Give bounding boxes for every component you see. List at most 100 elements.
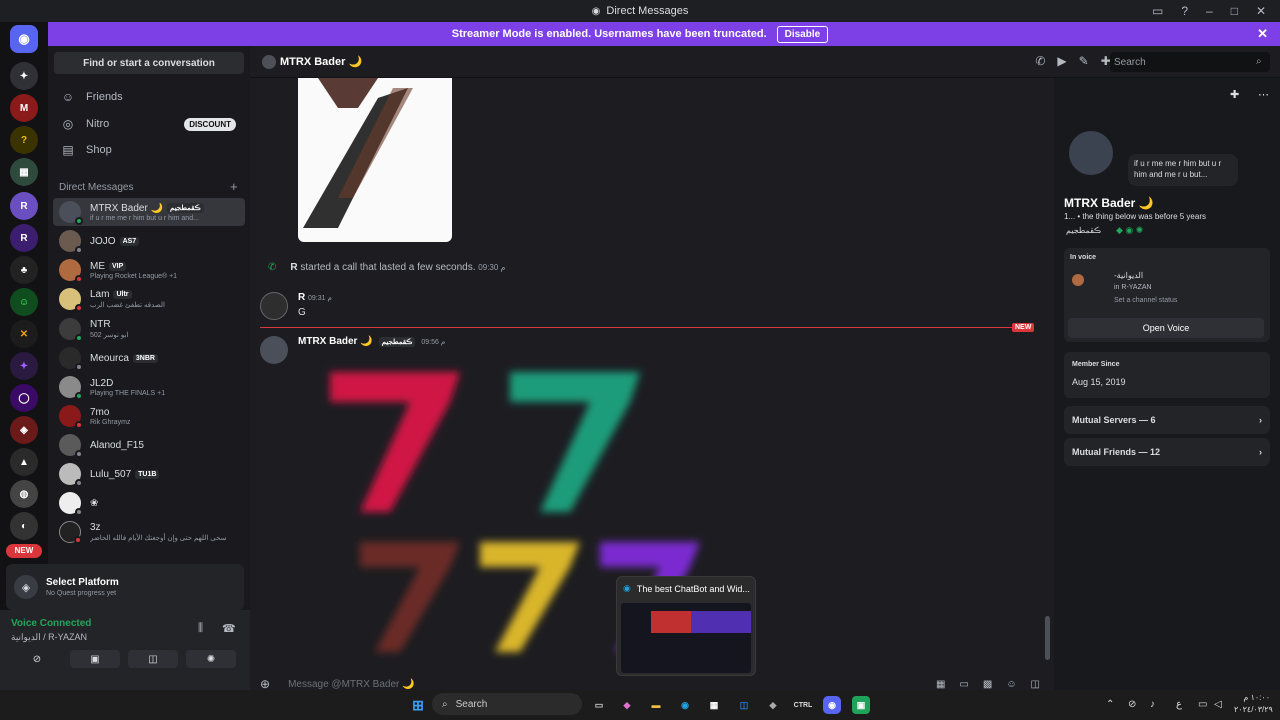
dm-item[interactable]: JOJO AS7 — [53, 227, 245, 255]
create-dm-icon[interactable]: + — [230, 179, 238, 194]
tray-icon[interactable]: ⊘ — [1128, 699, 1136, 710]
server-icon[interactable]: ✦ — [10, 352, 38, 380]
chevron-right-icon: › — [1259, 447, 1262, 457]
camera-off-button[interactable]: ⊘ — [12, 650, 62, 668]
dm-item[interactable]: 7mo Rik Ghraymz — [53, 402, 245, 430]
chat-header-name[interactable]: MTRX Bader 🌙 — [280, 55, 362, 68]
volume-icon[interactable]: ◁ — [1214, 699, 1222, 710]
windows-start-icon[interactable]: ⊞ — [409, 696, 427, 714]
inbox-icon[interactable]: ▭ — [1152, 4, 1163, 18]
dm-item[interactable]: 3z سحى اللهم حتى وإن أوجعتك الأيام فالله … — [53, 518, 245, 546]
pin-icon[interactable]: ✎ — [1079, 54, 1089, 68]
nav-nitro[interactable]: ◎ Nitro DISCOUNT — [56, 112, 244, 136]
quest-sub: No Quest progress yet — [46, 590, 117, 597]
dm-item[interactable]: MTRX Bader 🌙 ڪقمطجيم if u r me me r him bu… — [53, 198, 245, 226]
store-icon[interactable]: ▦ — [705, 696, 723, 714]
maximize-button[interactable]: □ — [1231, 4, 1238, 18]
disable-button[interactable]: Disable — [776, 25, 829, 43]
dm-item[interactable]: NTR ابو نوسر 502 — [53, 315, 245, 343]
gif-icon[interactable]: ▭ — [959, 679, 968, 690]
home-button[interactable]: ◉ — [10, 25, 38, 53]
server-icon[interactable]: R — [10, 192, 38, 220]
close-icon[interactable]: ✕ — [1257, 26, 1268, 42]
dm-item[interactable]: ME VIP Playing Rocket League® +1 — [53, 256, 245, 284]
server-icon[interactable]: ☺ — [10, 288, 38, 316]
screen-share-button[interactable]: ▣ — [70, 650, 120, 668]
app-icon[interactable]: CTRL — [794, 696, 813, 714]
tray-chevron-icon[interactable]: ⌃ — [1106, 699, 1114, 710]
network-icon[interactable]: ▭ — [1198, 699, 1207, 710]
minimize-button[interactable]: – — [1206, 4, 1213, 18]
add-friend-icon[interactable]: ✚ — [1230, 88, 1239, 101]
profile-bio: 1... • the thing below was before 5 year… — [1064, 212, 1206, 221]
attachment-image[interactable] — [298, 78, 452, 242]
avatar — [59, 434, 83, 458]
server-icon[interactable]: M — [10, 94, 38, 122]
video-call-icon[interactable]: ▶ — [1057, 54, 1066, 68]
dm-item[interactable]: Alanod_F15 — [53, 431, 245, 459]
file-explorer-icon[interactable]: ▬ — [647, 696, 665, 714]
mutual-servers-link[interactable]: Mutual Servers — 6 › — [1064, 406, 1270, 434]
thumbnail-title: The best ChatBot and Wid... — [636, 583, 750, 594]
more-icon[interactable]: ⋯ — [1258, 88, 1269, 101]
activities-button[interactable]: ◫ — [128, 650, 178, 668]
microphone-icon[interactable]: ♪ — [1150, 699, 1155, 710]
server-icon[interactable]: ◈ — [10, 416, 38, 444]
find-conversation-button[interactable]: Find or start a conversation — [54, 52, 244, 74]
open-voice-button[interactable]: Open Voice — [1068, 318, 1264, 338]
soundboard-button[interactable]: ✺ — [186, 650, 236, 668]
server-icon[interactable]: ◍ — [10, 480, 38, 508]
app-icon[interactable]: ◆ — [764, 696, 782, 714]
dm-name: NTR — [90, 319, 111, 330]
set-channel-status[interactable]: Set a channel status — [1114, 297, 1177, 304]
noise-suppression-icon[interactable]: ⫼ — [198, 622, 203, 635]
close-button[interactable]: ✕ — [1256, 4, 1266, 18]
server-icon[interactable]: R — [10, 224, 38, 252]
dm-tag: 3NBR — [132, 353, 158, 363]
taskbar-thumbnail[interactable]: ◉ The best ChatBot and Wid... — [616, 576, 756, 676]
copilot-icon[interactable]: ◆ — [618, 696, 636, 714]
outlook-icon[interactable]: ◫ — [735, 696, 753, 714]
mutual-friends-link[interactable]: Mutual Friends — 12 › — [1064, 438, 1270, 466]
server-icon[interactable]: ▦ — [10, 158, 38, 186]
search-input[interactable]: Search — [1110, 52, 1270, 72]
profile-avatar[interactable] — [1066, 128, 1116, 178]
add-attachment-icon[interactable]: ⊕ — [260, 677, 270, 691]
help-icon[interactable]: ? — [1181, 4, 1188, 18]
server-icon[interactable]: ✦ — [10, 62, 38, 90]
task-view-icon[interactable]: ▭ — [590, 696, 608, 714]
voice-channel[interactable]: الديوانية / R-YAZAN — [11, 632, 87, 643]
quest-card[interactable]: ◈ Select Platform No Quest progress yet — [6, 564, 244, 610]
server-icon[interactable]: ◐ — [10, 512, 38, 540]
app-icon[interactable]: ▣ — [852, 696, 870, 714]
disconnect-icon[interactable]: ☎ — [222, 622, 236, 635]
dm-item[interactable]: Lam Ultr الصدقه تطفئ غضب الرب — [53, 285, 245, 313]
taskbar-search[interactable]: ⌕ Search — [432, 693, 582, 715]
dm-name: 7mo — [90, 406, 110, 418]
sticker-icon[interactable]: ▩ — [983, 679, 992, 690]
gift-icon[interactable]: ▦ — [936, 679, 945, 690]
nav-friends[interactable]: ☺ Friends — [56, 85, 244, 109]
dm-item[interactable]: JL2D Playing THE FINALS +1 — [53, 373, 245, 401]
discord-icon[interactable]: ◉ — [823, 696, 841, 714]
clock[interactable]: ١٠:٠٠ م ٢٠٢٤/٠٣/٢٩ — [1234, 692, 1273, 716]
server-icon[interactable]: ◯ — [10, 384, 38, 412]
scrollbar[interactable] — [1045, 616, 1050, 660]
dm-item[interactable]: Meourca 3NBR — [53, 344, 245, 372]
server-icon[interactable]: ? — [10, 126, 38, 154]
dm-item[interactable]: ❀ — [53, 489, 245, 517]
emoji-icon[interactable]: ☺ — [1006, 679, 1016, 690]
server-icon[interactable]: ♣ — [10, 256, 38, 284]
apps-icon[interactable]: ◫ — [1031, 679, 1040, 690]
server-icon[interactable]: ✕ — [10, 320, 38, 348]
msg-author[interactable]: MTRX Bader 🌙 — [298, 336, 373, 347]
dm-item[interactable]: Lulu_507 TU1B — [53, 460, 245, 488]
nav-shop[interactable]: ▤ Shop — [56, 138, 244, 162]
thumbnail-preview — [621, 603, 751, 673]
voice-call-icon[interactable]: ✆ — [1035, 54, 1045, 68]
clock-time: ١٠:٠٠ م — [1243, 693, 1270, 702]
edge-icon[interactable]: ◉ — [676, 696, 694, 714]
msg-author[interactable]: R — [298, 292, 305, 303]
lang-indicator[interactable]: ع — [1176, 699, 1182, 710]
server-icon[interactable]: ▲ — [10, 448, 38, 476]
